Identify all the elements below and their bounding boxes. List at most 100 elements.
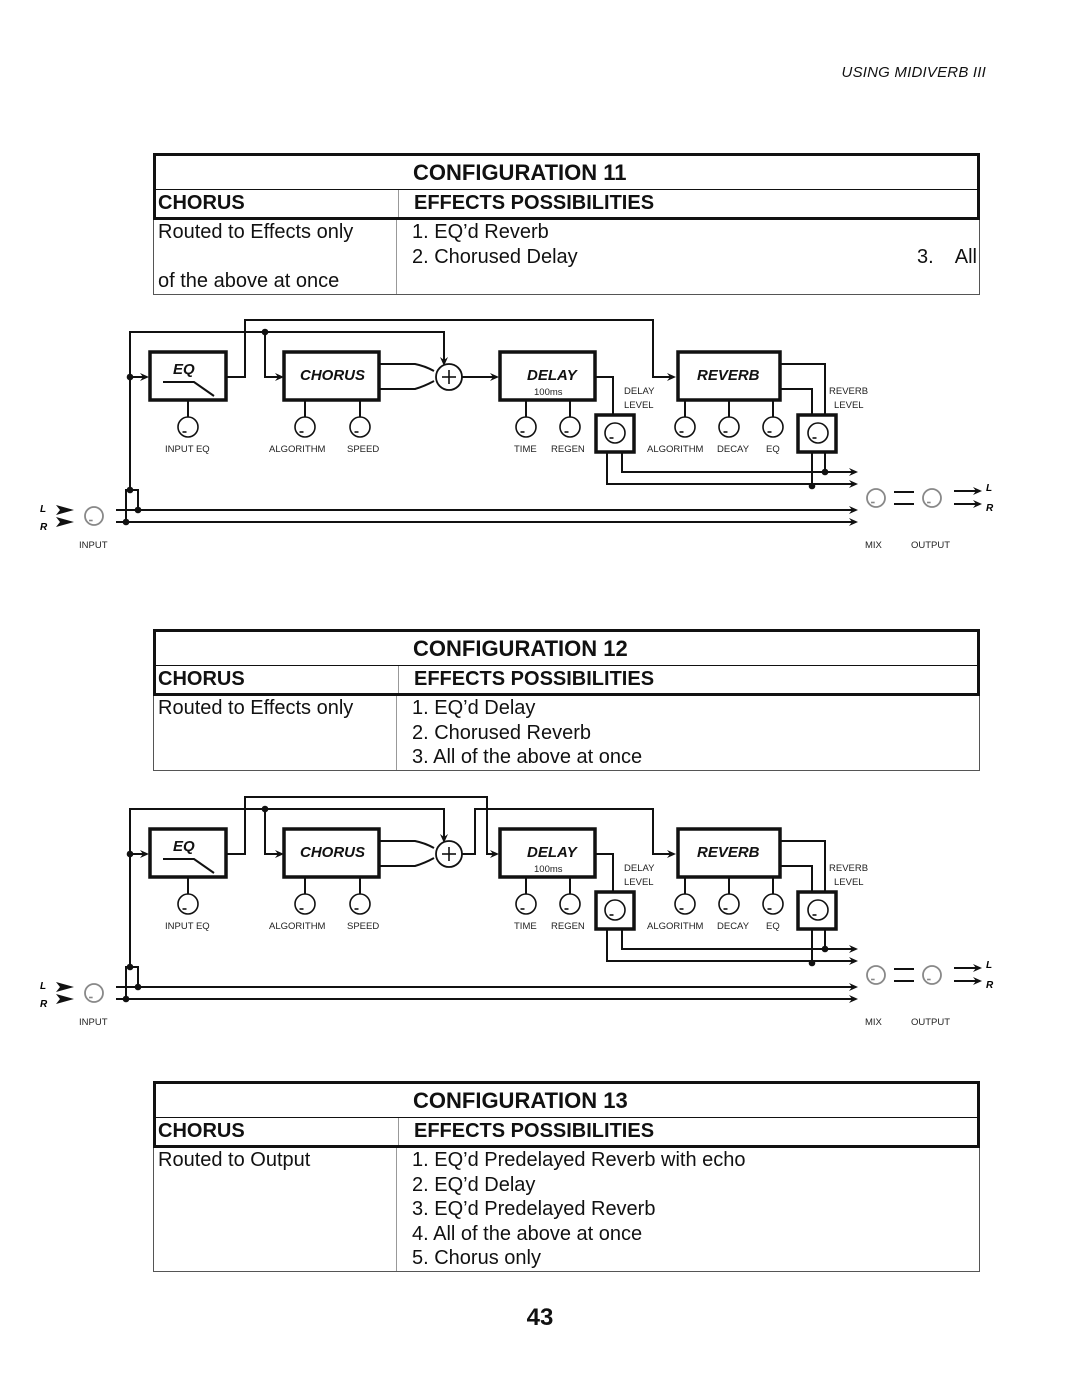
delay-level-knob [604, 899, 626, 921]
possibility-item: 2. Chorused Reverb [412, 721, 591, 744]
chorus-output-line [379, 840, 435, 849]
effects-possibilities-header: EFFECTS POSSIBILITIES [414, 1120, 655, 1142]
right-input-arrow-icon [56, 517, 74, 527]
reverb-eq-knob [762, 416, 784, 438]
left-input-arrow-icon [56, 505, 74, 515]
possibility-item: 5. Chorus only [412, 1247, 541, 1270]
chorus-algorithm-knob-label: ALGORITHM [269, 921, 326, 932]
knob-body [177, 416, 199, 438]
chorus-speed-knob-label: SPEED [347, 444, 379, 455]
possibility-item: 2. EQ’d Delay [412, 1173, 536, 1196]
running-head: USING MIDIVERB III [841, 64, 986, 81]
delay-output-line [595, 376, 614, 415]
chorus-output-line [379, 380, 435, 390]
mix-label: MIX [865, 1017, 883, 1028]
signal-line [606, 929, 854, 962]
delay-regen-knob [559, 416, 581, 438]
config-title: CONFIGURATION 11 [413, 160, 627, 185]
knob-body [604, 899, 626, 921]
knob-body [866, 965, 886, 985]
right-output-label: R [986, 980, 994, 991]
delay-regen-knob-label: REGEN [551, 921, 585, 932]
config-header-row: CHORUS EFFECTS POSSIBILITIES [153, 666, 980, 696]
config-title-row: CONFIGURATION 11 [153, 153, 980, 190]
input-label: INPUT [79, 540, 108, 551]
eq-block-label: EQ [173, 838, 195, 855]
config-body-row: Routed to Effects only of the above at o… [153, 220, 980, 295]
knob-body [349, 416, 371, 438]
delay-block-label: DELAY [527, 844, 579, 861]
delay-level-label: LEVEL [624, 400, 654, 411]
chorus-routing-cell: Routed to Output [154, 1148, 397, 1271]
output-knob [922, 488, 942, 508]
reverb-level-knob [807, 422, 829, 444]
reverb-decay-knob [718, 416, 740, 438]
chorus-routing-line: of the above at once [158, 270, 340, 293]
knob-body [922, 965, 942, 985]
output-knob [922, 965, 942, 985]
config-title: CONFIGURATION 13 [413, 1088, 628, 1113]
right-output-label: R [986, 503, 994, 514]
effects-possibilities-header: EFFECTS POSSIBILITIES [414, 668, 655, 690]
delay-regen-knob [559, 893, 581, 915]
reverb-eq-knob-label: EQ [766, 444, 780, 455]
input-eq-knob-label: INPUT EQ [165, 921, 210, 932]
possibility-item-row: 2. Chorused Delay 3. All [412, 245, 979, 270]
chorus-speed-knob [349, 416, 371, 438]
mix-label: MIX [865, 540, 883, 551]
junction-dot [134, 506, 142, 514]
chorus-block-label: CHORUS [300, 844, 365, 861]
junction-dot [808, 959, 816, 967]
signal-flow-diagram-12: EQ CHORUS DELAY 100ms REVERB INPUT EQ ALGORITH… [40, 796, 994, 1028]
junction-dot [122, 518, 130, 526]
delay-time-value: 100ms [534, 387, 563, 398]
junction-dot [126, 373, 134, 381]
reverb-decay-knob-label: DECAY [717, 444, 750, 455]
input-eq-knob [177, 893, 199, 915]
junction-dot [126, 486, 134, 494]
config-12-table: CONFIGURATION 12 CHORUS EFFECTS POSSIBIL… [153, 629, 980, 771]
knob-body [84, 983, 104, 1003]
possibility-item: 2. Chorused Delay [412, 245, 578, 268]
signal-line [606, 452, 854, 485]
delay-block-label: DELAY [527, 367, 579, 384]
possibilities-cell: 1. EQ’d Reverb 2. Chorused Delay 3. All [397, 220, 979, 294]
junction-dot [821, 468, 829, 476]
config-header-row: CHORUS EFFECTS POSSIBILITIES [153, 190, 980, 220]
chorus-speed-knob [349, 893, 371, 915]
chorus-speed-knob-label: SPEED [347, 921, 379, 932]
possibilities-cell: 1. EQ’d Predelayed Reverb with echo 2. E… [397, 1148, 979, 1271]
delay-level-label: LEVEL [624, 877, 654, 888]
page-number: 43 [526, 1304, 554, 1331]
signal-line [621, 929, 854, 950]
delay-time-knob-label: TIME [514, 444, 537, 455]
delay-level-knob [604, 422, 626, 444]
delay-time-value: 100ms [534, 864, 563, 875]
knob-body [762, 893, 784, 915]
reverb-eq-knob [762, 893, 784, 915]
reverb-output-line [780, 865, 813, 892]
reverb-algorithm-knob-label: ALGORITHM [647, 444, 704, 455]
reverb-algorithm-knob [674, 893, 696, 915]
junction-dot [126, 963, 134, 971]
reverb-level-label: LEVEL [834, 877, 864, 888]
signal-line [125, 489, 130, 522]
reverb-decay-knob-label: DECAY [717, 921, 750, 932]
junction-dot [122, 995, 130, 1003]
possibility-item: 1. EQ’d Predelayed Reverb with echo [412, 1149, 746, 1171]
signal-line [264, 809, 280, 855]
effects-possibilities-header: EFFECTS POSSIBILITIES [414, 192, 655, 214]
input-knob [84, 506, 104, 526]
chorus-algorithm-knob [294, 893, 316, 915]
delay-level-label: DELAY [624, 863, 655, 874]
knob-body [349, 893, 371, 915]
input-eq-knob-label: INPUT EQ [165, 444, 210, 455]
junction-dot [126, 850, 134, 858]
knob-body [718, 416, 740, 438]
delay-level-label: DELAY [624, 386, 655, 397]
reverb-level-label: REVERB [829, 386, 868, 397]
chorus-header: CHORUS [156, 190, 399, 217]
chorus-routing-line: Routed to Effects only [158, 697, 354, 719]
output-label: OUTPUT [911, 1017, 950, 1028]
chorus-routing-line: Routed to Effects only [158, 221, 354, 243]
